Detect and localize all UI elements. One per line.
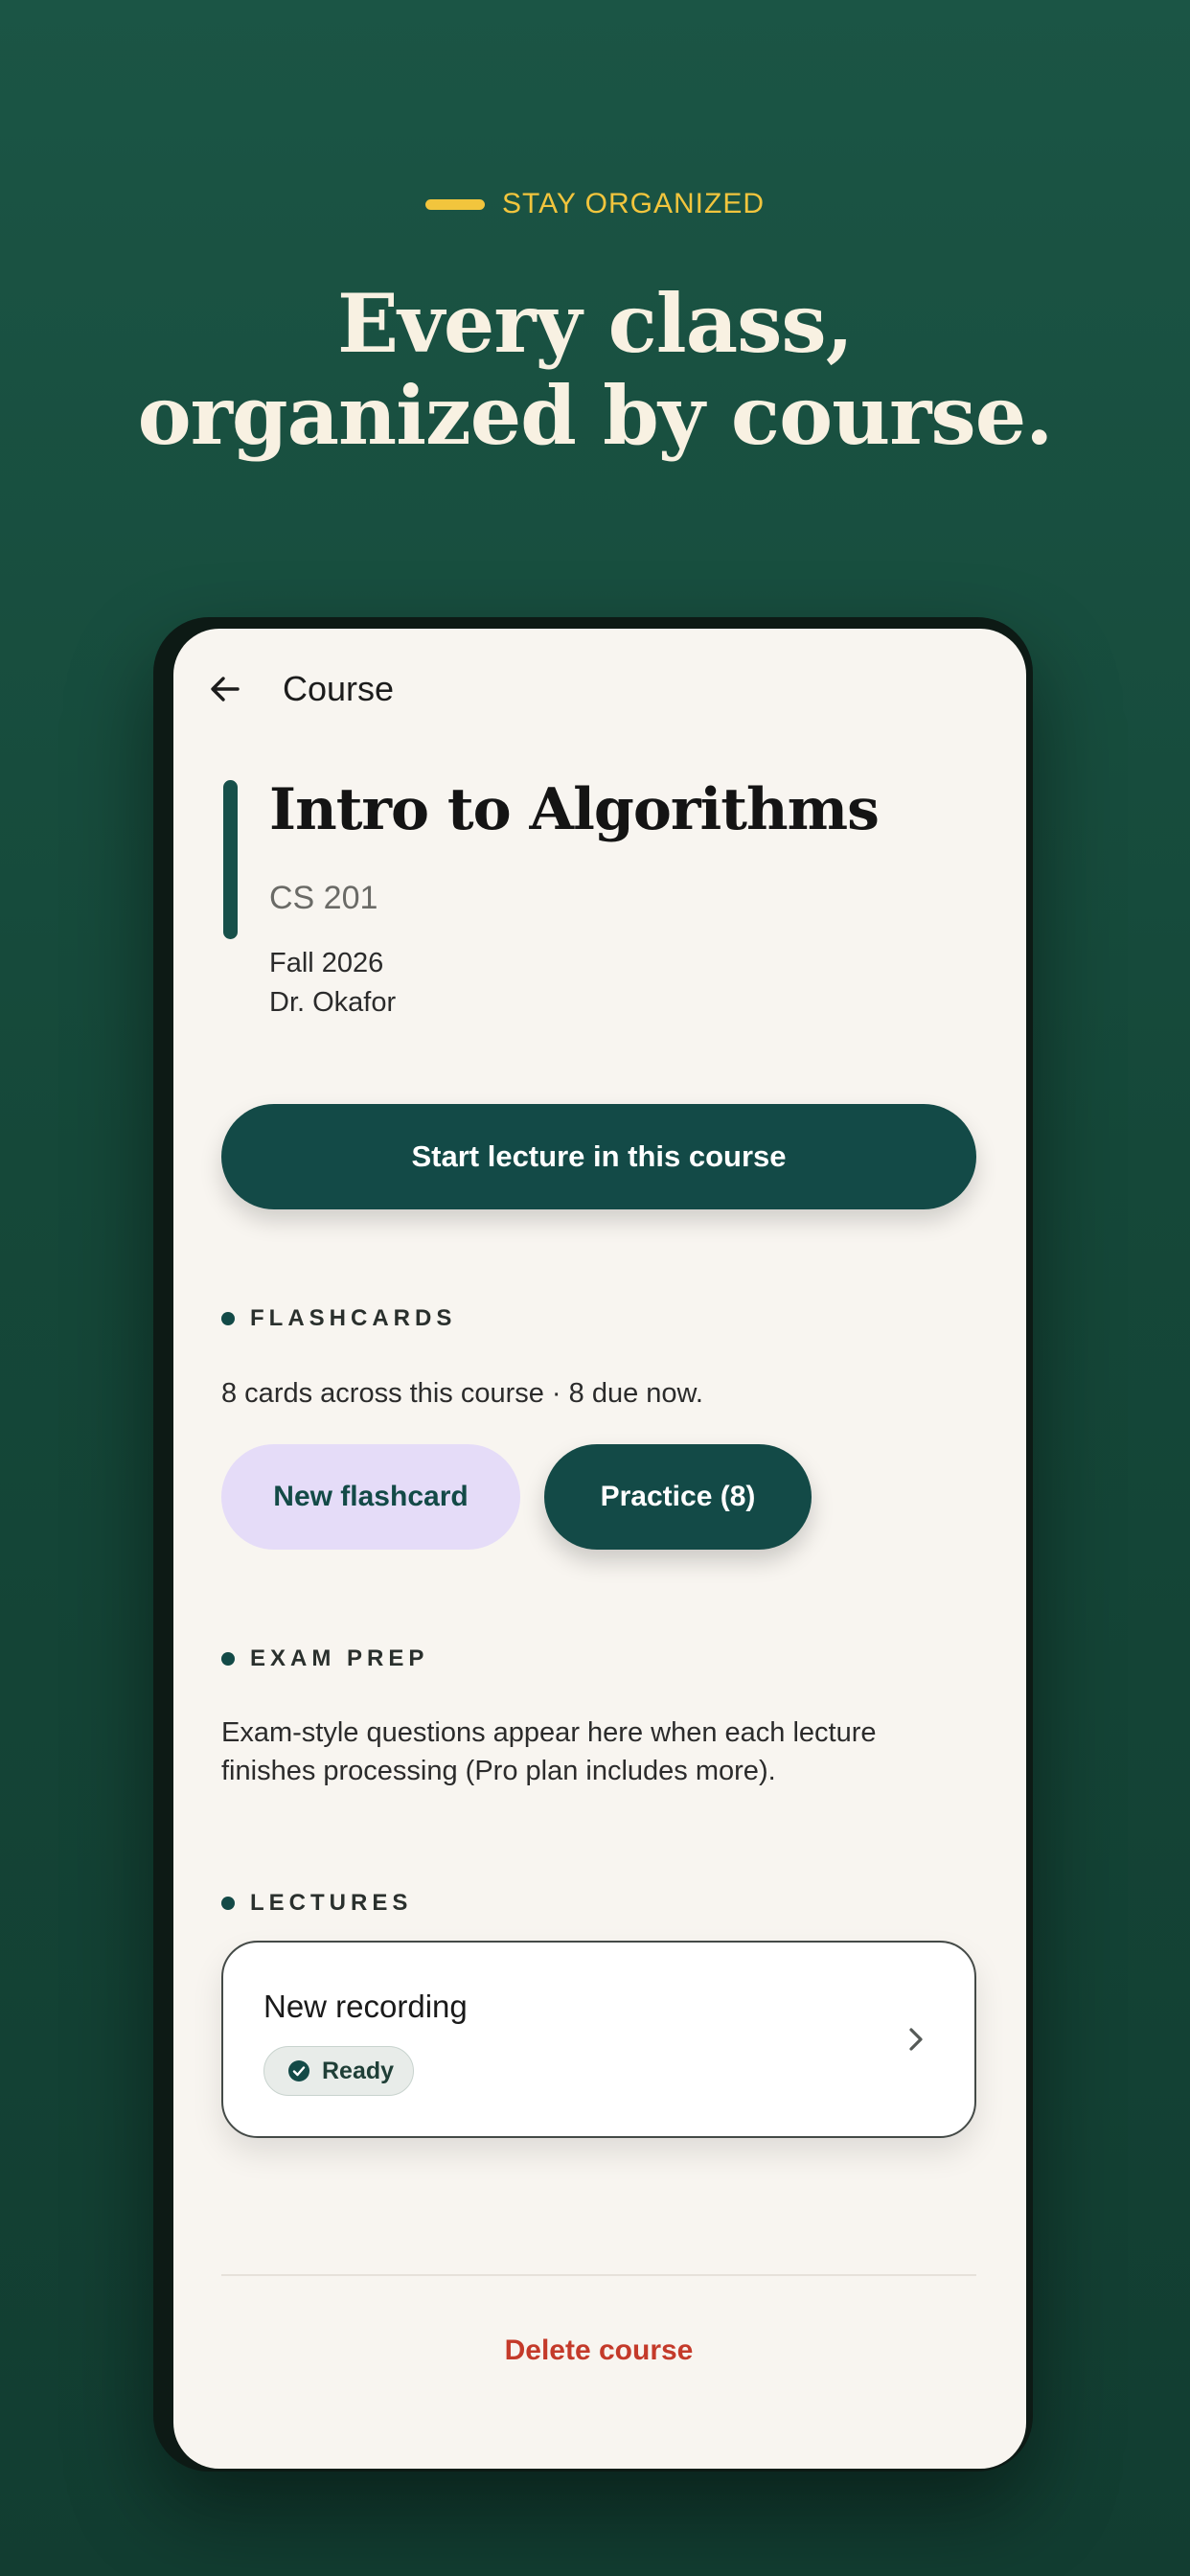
chevron-right-icon bbox=[909, 2028, 923, 2051]
kicker: STAY ORGANIZED bbox=[0, 188, 1190, 220]
course-color-bar bbox=[223, 780, 238, 939]
lecture-list-item[interactable]: New recording Ready bbox=[221, 1941, 976, 2138]
kicker-accent-bar bbox=[424, 198, 485, 210]
practice-button[interactable]: Practice (8) bbox=[544, 1444, 812, 1550]
new-flashcard-button[interactable]: New flashcard bbox=[221, 1444, 520, 1550]
exam-prep-section-label: EXAM PREP bbox=[221, 1645, 428, 1672]
section-dot-icon bbox=[221, 1312, 235, 1325]
course-code: CS 201 bbox=[269, 880, 378, 916]
headline-line-1: Every class, bbox=[337, 276, 854, 371]
divider bbox=[221, 2274, 976, 2276]
course-title: Intro to Algorithms bbox=[269, 776, 880, 843]
phone-screen: Course Intro to Algorithms CS 201 Fall 2… bbox=[173, 629, 1026, 2469]
flashcards-label: FLASHCARDS bbox=[250, 1305, 457, 1331]
lectures-label: LECTURES bbox=[250, 1890, 413, 1916]
headline-line-2: organized by course. bbox=[137, 368, 1054, 463]
back-arrow-icon[interactable] bbox=[206, 670, 244, 708]
section-dot-icon bbox=[221, 1652, 235, 1666]
status-badge: Ready bbox=[263, 2046, 415, 2096]
course-term: Fall 2026 bbox=[269, 948, 384, 978]
screen-title: Course bbox=[283, 669, 395, 708]
exam-prep-label: EXAM PREP bbox=[250, 1645, 429, 1671]
course-instructor: Dr. Okafor bbox=[269, 987, 397, 1018]
lecture-title: New recording bbox=[263, 1989, 468, 2024]
delete-course-button[interactable]: Delete course bbox=[221, 2334, 976, 2367]
top-bar: Course bbox=[206, 669, 394, 709]
start-lecture-button[interactable]: Start lecture in this course bbox=[221, 1104, 976, 1209]
marketing-headline: Every class, organized by course. bbox=[0, 278, 1190, 462]
exam-prep-description: Exam-style questions appear here when ea… bbox=[221, 1717, 877, 1786]
lectures-section-label: LECTURES bbox=[221, 1890, 412, 1917]
kicker-text: STAY ORGANIZED bbox=[501, 188, 766, 219]
check-circle-icon bbox=[288, 2060, 309, 2082]
status-text: Ready bbox=[322, 2057, 395, 2084]
section-dot-icon bbox=[221, 1897, 235, 1910]
flashcards-section-label: FLASHCARDS bbox=[221, 1305, 456, 1332]
flashcards-summary: 8 cards across this course · 8 due now. bbox=[221, 1378, 703, 1409]
